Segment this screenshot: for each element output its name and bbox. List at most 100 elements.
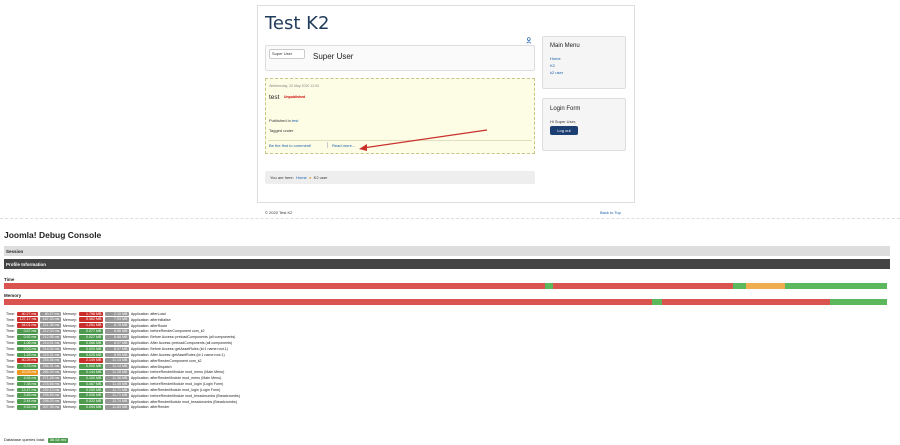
item-date: Wednesday, 20 May 2020 12:00 bbox=[269, 84, 320, 88]
main-menu-title: Main Menu bbox=[550, 43, 580, 49]
unpublished-badge: Unpublished bbox=[284, 95, 306, 99]
time-bar-segment bbox=[745, 283, 786, 289]
row-memory-label: Memory: bbox=[62, 364, 77, 369]
row-memory-delta: 0.259 MB bbox=[78, 387, 103, 393]
profile-panel-toggle[interactable]: Profile Information bbox=[4, 259, 890, 269]
user-avatar-chip: Super User bbox=[269, 49, 305, 59]
row-time-total: 215.31 ms bbox=[39, 352, 61, 358]
row-event: Application: beforeRenderModule mod_logi… bbox=[130, 382, 224, 387]
row-time-total: 214.01 ms bbox=[39, 340, 61, 346]
row-time-label: Time: bbox=[6, 376, 15, 381]
item-published-in: Published in test bbox=[269, 118, 298, 123]
row-memory-total: 11.28 MB bbox=[104, 370, 129, 375]
row-memory-label: Memory: bbox=[62, 329, 77, 334]
time-bar-segment bbox=[785, 283, 887, 289]
row-time-total: 307.35 ms bbox=[39, 405, 61, 410]
row-event: Application: After Access::getAssetRules… bbox=[130, 352, 225, 357]
category-link[interactable]: test bbox=[292, 118, 298, 123]
row-time-delta: 0.03 ms bbox=[16, 346, 38, 352]
row-time-label: Time: bbox=[6, 393, 15, 398]
row-event: Application: afterRenderModule mod_menu … bbox=[130, 376, 222, 381]
db-total: Database queries total: 36.64 ms bbox=[4, 437, 68, 443]
row-event: Application: afterLoad bbox=[130, 311, 166, 316]
row-time-total: 40.27 ms bbox=[39, 311, 61, 317]
user-name-heading: Super User bbox=[313, 52, 354, 61]
row-memory-total: 8.99 MB bbox=[104, 352, 129, 358]
row-memory-delta: 0.027 MB bbox=[78, 335, 103, 340]
row-memory-total: 8.97 MB bbox=[104, 340, 129, 346]
memory-profile-bar bbox=[4, 299, 887, 305]
menu-item-home[interactable]: Home bbox=[550, 56, 561, 61]
time-bar-segment bbox=[4, 283, 546, 289]
menu-item-k2-user[interactable]: k2 user bbox=[550, 70, 563, 75]
row-time-delta: 3.46 ms bbox=[16, 393, 38, 399]
row-time-delta: 2.44 ms bbox=[16, 399, 38, 404]
db-total-label: Database queries total: bbox=[4, 437, 46, 442]
row-memory-delta: 0.144 MB bbox=[78, 370, 103, 375]
row-time-label: Time: bbox=[6, 364, 15, 369]
row-time-total: 292.13 ms bbox=[39, 387, 61, 393]
comment-link[interactable]: Be the first to comment! bbox=[269, 143, 311, 148]
row-time-delta: 0.67 ms bbox=[16, 329, 38, 334]
row-time-label: Time: bbox=[6, 323, 15, 328]
row-event: Application: beforeRenderComponent com_k… bbox=[130, 329, 205, 334]
row-memory-total: 11.45 MB bbox=[104, 381, 129, 387]
row-time-delta: 13.47 ms bbox=[16, 387, 38, 393]
row-time-label: Time: bbox=[6, 335, 15, 340]
memory-bar-segment bbox=[652, 299, 662, 305]
user-header bbox=[265, 45, 535, 71]
row-memory-label: Memory: bbox=[62, 352, 77, 357]
time-bar-segment bbox=[553, 283, 734, 289]
row-memory-total: 8.88 MB bbox=[104, 335, 129, 340]
row-time-delta: 7.38 ms bbox=[16, 381, 38, 387]
user-edit-icon[interactable] bbox=[526, 37, 533, 44]
row-memory-label: Memory: bbox=[62, 341, 77, 346]
profile-marks-list: Time: 40.27 ms 40.27 ms Memory: 1.798 MB 2.10… bbox=[4, 311, 304, 410]
row-time-label: Time: bbox=[6, 352, 15, 357]
row-time-label: Time: bbox=[6, 317, 15, 322]
row-time-label: Time: bbox=[6, 370, 15, 375]
row-memory-total: 8.86 MB bbox=[104, 329, 129, 334]
row-memory-delta: 5.362 MB bbox=[78, 317, 103, 323]
row-time-delta: 0.75 ms bbox=[16, 364, 38, 369]
memory-bar-label: Memory bbox=[4, 293, 22, 298]
item-title[interactable]: test bbox=[269, 94, 279, 101]
item-tagged-under: Tagged under bbox=[269, 128, 294, 133]
row-memory-total: 11.14 MB bbox=[104, 358, 129, 363]
time-profile-bar bbox=[4, 283, 887, 289]
read-more-link[interactable]: Read more... bbox=[332, 143, 355, 148]
row-event: Application: afterRenderModule mod_bread… bbox=[130, 399, 237, 404]
row-memory-delta: 0.067 MB bbox=[78, 381, 103, 387]
annotation-arrow-icon bbox=[359, 129, 488, 151]
row-memory-delta: 1.798 MB bbox=[78, 311, 103, 317]
row-memory-label: Memory: bbox=[62, 405, 77, 410]
row-time-label: Time: bbox=[6, 405, 15, 410]
row-memory-delta: 0.025 MB bbox=[78, 352, 103, 358]
row-memory-total: 2.10 MB bbox=[104, 311, 129, 317]
breadcrumb-home-link[interactable]: Home bbox=[296, 175, 307, 180]
row-event: Application: beforeRenderModule mod_menu… bbox=[130, 370, 225, 375]
row-time-delta: 4.94 ms bbox=[16, 375, 38, 381]
logout-button[interactable]: Log out bbox=[550, 126, 578, 135]
row-time-total: 271.28 ms bbox=[39, 375, 61, 381]
login-form-title: Login Form bbox=[550, 106, 581, 112]
row-time-delta: 0.92 ms bbox=[16, 335, 38, 340]
menu-item-k2[interactable]: K2 bbox=[550, 63, 555, 68]
row-memory-label: Memory: bbox=[62, 376, 77, 381]
row-time-total: 212.03 ms bbox=[39, 329, 61, 334]
row-time-total: 266.34 ms bbox=[39, 370, 61, 375]
session-panel-toggle[interactable]: Session bbox=[4, 246, 890, 256]
row-memory-label: Memory: bbox=[62, 399, 77, 404]
row-time-total: 212.95 ms bbox=[39, 335, 61, 340]
link-separator bbox=[327, 142, 328, 148]
row-time-total: 167.33 ms bbox=[39, 317, 61, 323]
time-bar-segment bbox=[733, 283, 746, 289]
row-time-delta: 40.27 ms bbox=[16, 311, 38, 317]
row-event: Application: afterInitialise bbox=[130, 317, 171, 322]
db-total-value: 36.64 ms bbox=[48, 437, 68, 443]
back-to-top-link[interactable]: Back to Top bbox=[600, 210, 621, 215]
row-event: Application: Before Access::getAssetRule… bbox=[130, 346, 228, 351]
row-memory-label: Memory: bbox=[62, 323, 77, 328]
row-event: Application: afterDispatch bbox=[130, 364, 172, 369]
row-event: Application: beforeRenderModule mod_brea… bbox=[130, 393, 240, 398]
